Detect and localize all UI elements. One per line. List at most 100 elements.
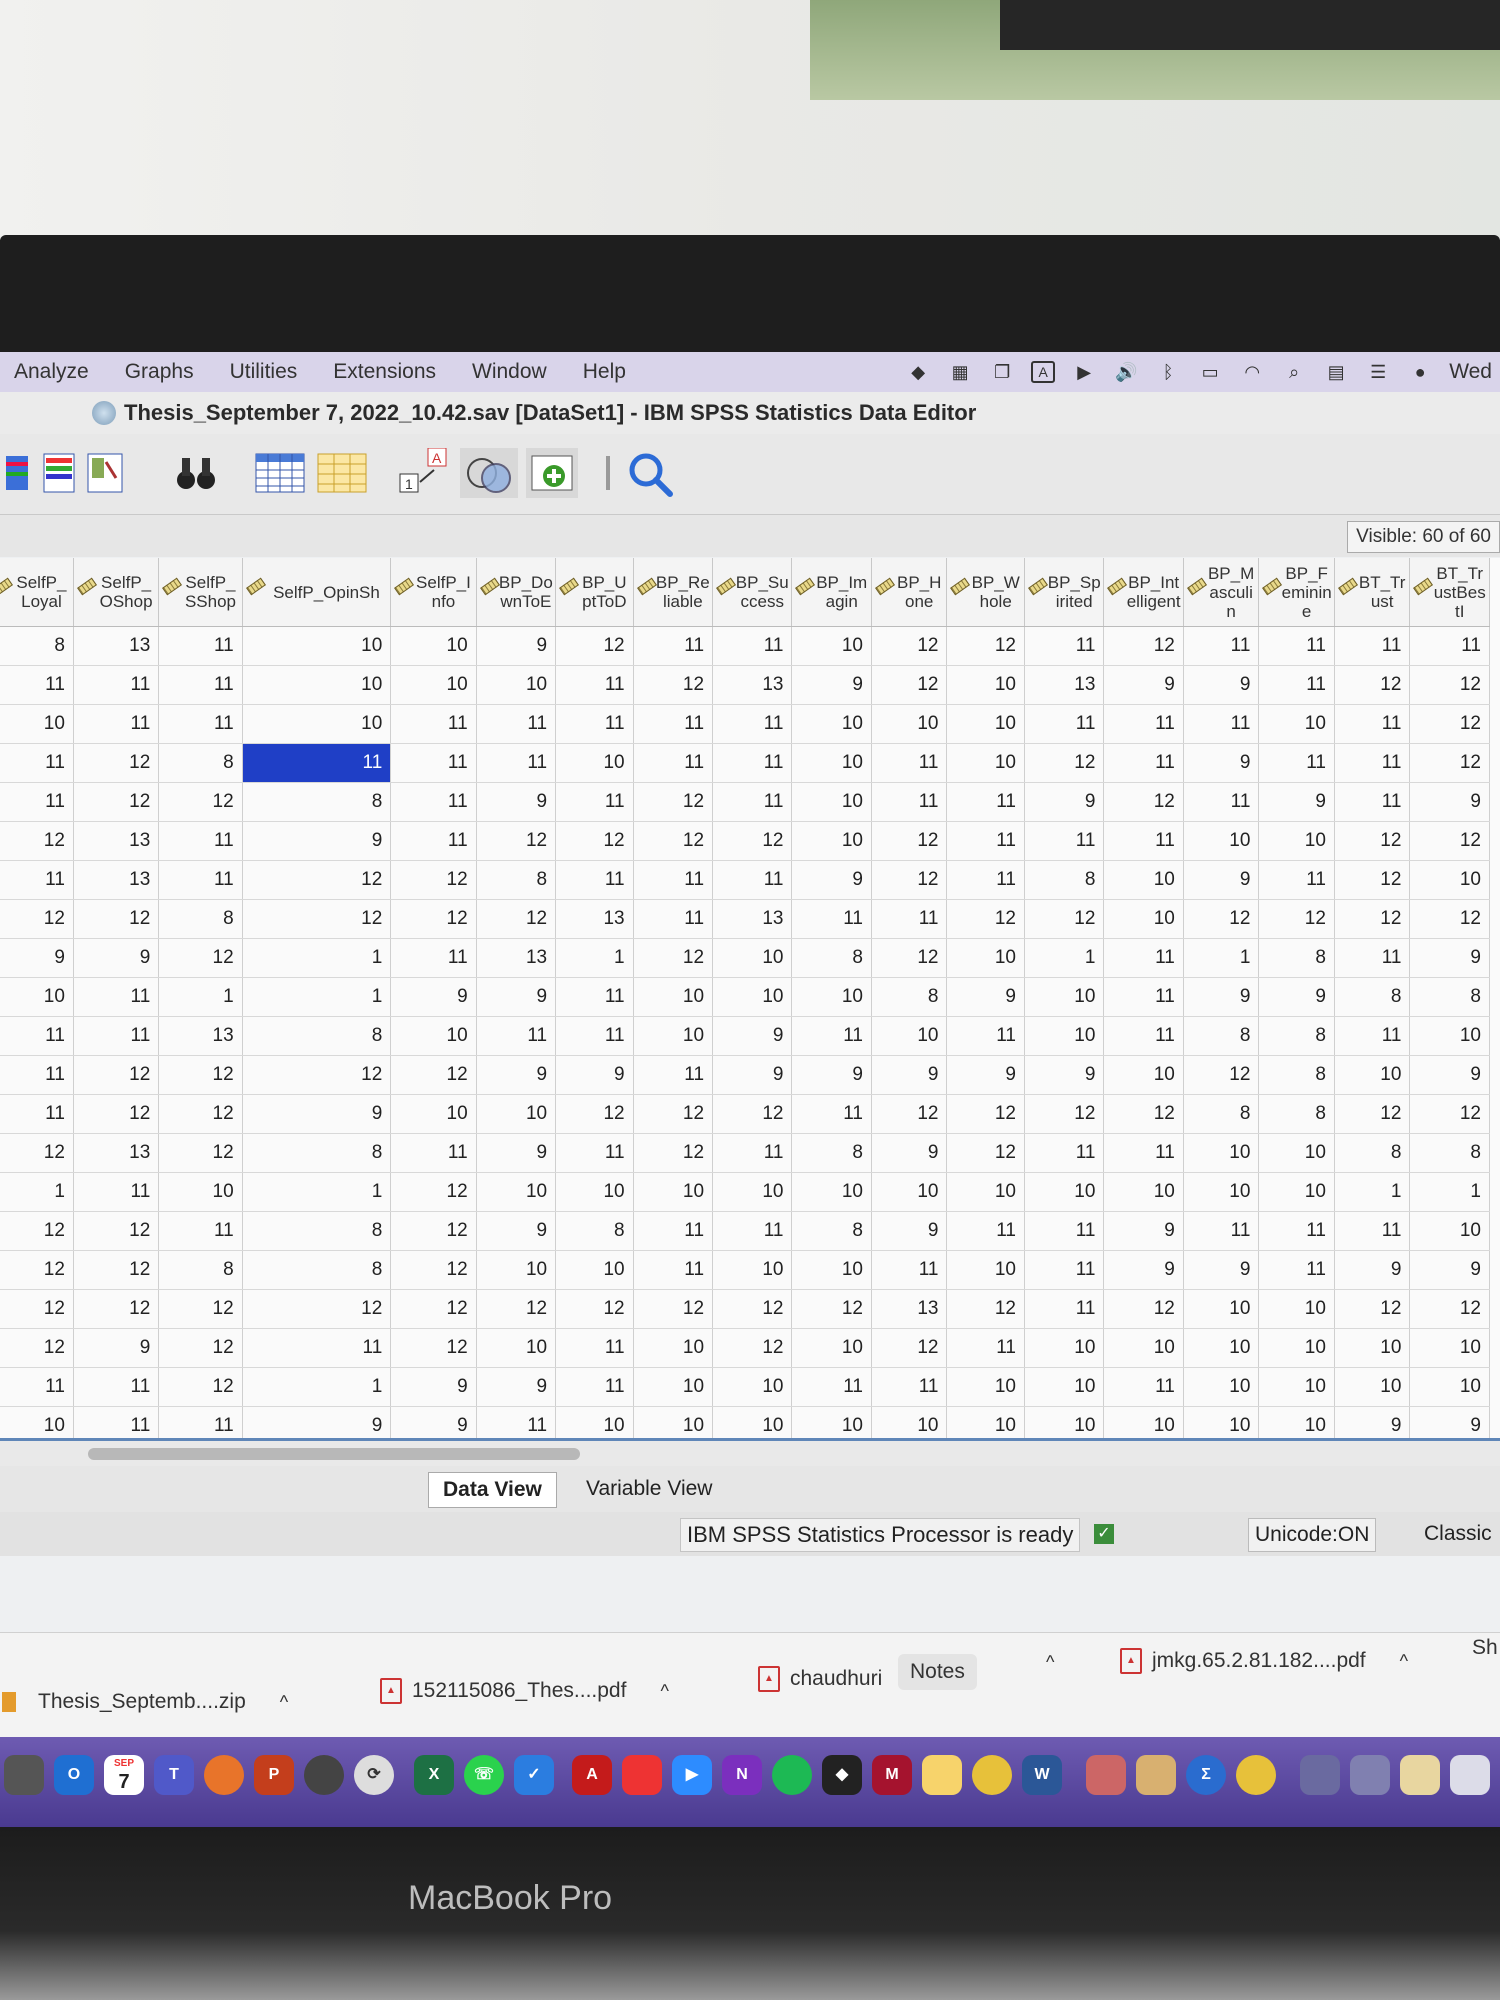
data-cell[interactable]: 11 bbox=[73, 704, 160, 744]
app-shield-icon[interactable]: ◆ bbox=[905, 361, 931, 383]
data-cell[interactable]: 12 bbox=[0, 899, 74, 939]
data-cell[interactable]: 10 bbox=[946, 743, 1025, 783]
menu-analyze[interactable]: Analyze bbox=[0, 360, 111, 384]
data-cell[interactable]: 11 bbox=[555, 860, 634, 900]
insert-variable-icon[interactable] bbox=[316, 448, 368, 498]
data-cell[interactable]: 10 bbox=[633, 977, 714, 1017]
data-cell[interactable]: 9 bbox=[791, 1055, 872, 1095]
data-cell[interactable]: 11 bbox=[633, 626, 714, 666]
data-cell[interactable]: 10 bbox=[1258, 1367, 1335, 1407]
data-cell[interactable]: 10 bbox=[0, 977, 74, 1017]
vpn-icon[interactable]: ◆ bbox=[822, 1755, 862, 1795]
data-cell[interactable]: 11 bbox=[633, 1250, 714, 1290]
data-cell[interactable]: 11 bbox=[390, 704, 477, 744]
menu-graphs[interactable]: Graphs bbox=[111, 360, 216, 384]
data-cell[interactable]: 8 bbox=[1183, 1016, 1260, 1056]
data-cell[interactable]: 9 bbox=[1183, 1250, 1260, 1290]
data-cell[interactable]: 8 bbox=[476, 860, 557, 900]
data-cell[interactable]: 11 bbox=[1334, 626, 1411, 666]
data-cell[interactable]: 10 bbox=[1103, 1172, 1184, 1212]
data-cell[interactable]: 10 bbox=[1183, 1406, 1260, 1438]
data-cell[interactable]: 12 bbox=[0, 1211, 74, 1251]
data-cell[interactable]: 12 bbox=[390, 860, 477, 900]
data-cell[interactable]: 10 bbox=[390, 1094, 477, 1134]
data-cell[interactable]: 9 bbox=[871, 1055, 948, 1095]
data-cell[interactable]: 9 bbox=[1409, 1055, 1490, 1095]
data-cell[interactable]: 11 bbox=[158, 1211, 243, 1251]
data-cell[interactable]: 9 bbox=[1334, 1250, 1411, 1290]
data-cell[interactable]: 11 bbox=[712, 1211, 793, 1251]
data-cell[interactable]: 10 bbox=[791, 743, 872, 783]
data-cell[interactable]: 11 bbox=[476, 743, 557, 783]
data-cell[interactable]: 12 bbox=[712, 1094, 793, 1134]
data-cell[interactable]: 11 bbox=[1103, 1016, 1184, 1056]
data-cell[interactable]: 10 bbox=[1409, 1328, 1490, 1368]
column-header[interactable]: SelfP_OShop bbox=[73, 558, 160, 627]
data-cell[interactable]: 12 bbox=[158, 1289, 243, 1329]
data-cell[interactable]: 9 bbox=[242, 821, 392, 861]
data-cell[interactable]: 11 bbox=[73, 1367, 160, 1407]
data-cell[interactable]: 11 bbox=[633, 1055, 714, 1095]
data-cell[interactable]: 9 bbox=[946, 1055, 1025, 1095]
data-cell[interactable]: 10 bbox=[1409, 1367, 1490, 1407]
data-cell[interactable]: 12 bbox=[242, 1055, 392, 1095]
data-cell[interactable]: 11 bbox=[1334, 938, 1411, 978]
data-cell[interactable]: 9 bbox=[1103, 1211, 1184, 1251]
data-cell[interactable]: 11 bbox=[1103, 977, 1184, 1017]
data-cell[interactable]: 11 bbox=[555, 1328, 634, 1368]
data-cell[interactable]: 11 bbox=[476, 1406, 557, 1438]
data-cell[interactable]: 11 bbox=[555, 1133, 634, 1173]
data-cell[interactable]: 12 bbox=[158, 938, 243, 978]
data-cell[interactable]: 10 bbox=[1183, 1133, 1260, 1173]
data-cell[interactable]: 10 bbox=[476, 1094, 557, 1134]
volume-icon[interactable]: 🔊 bbox=[1113, 361, 1139, 383]
data-cell[interactable]: 9 bbox=[1258, 977, 1335, 1017]
data-cell[interactable]: 10 bbox=[1024, 1328, 1105, 1368]
data-cell[interactable]: 11 bbox=[73, 1172, 160, 1212]
window-thumbnail-icon[interactable] bbox=[1400, 1755, 1440, 1795]
data-cell[interactable]: 11 bbox=[633, 860, 714, 900]
data-cell[interactable]: 10 bbox=[1258, 1133, 1335, 1173]
data-cell[interactable]: 13 bbox=[158, 1016, 243, 1056]
chrome-icon[interactable] bbox=[972, 1755, 1012, 1795]
outlook-icon[interactable]: O bbox=[54, 1755, 94, 1795]
data-cell[interactable]: 10 bbox=[0, 704, 74, 744]
data-cell[interactable]: 9 bbox=[555, 1055, 634, 1095]
data-cell[interactable]: 10 bbox=[1409, 1016, 1490, 1056]
menu-window[interactable]: Window bbox=[458, 360, 569, 384]
excel-icon[interactable]: X bbox=[414, 1755, 454, 1795]
sync-icon[interactable]: ⟳ bbox=[354, 1755, 394, 1795]
data-cell[interactable]: 11 bbox=[1024, 1133, 1105, 1173]
data-cell[interactable]: 11 bbox=[946, 860, 1025, 900]
data-cell[interactable]: 12 bbox=[555, 626, 634, 666]
data-cell[interactable]: 11 bbox=[0, 1094, 74, 1134]
data-cell[interactable]: 11 bbox=[1024, 704, 1105, 744]
data-cell[interactable]: 11 bbox=[712, 1133, 793, 1173]
calendar-icon[interactable]: SEP 7 bbox=[104, 1755, 144, 1795]
data-cell[interactable]: 12 bbox=[1409, 1094, 1490, 1134]
data-cell[interactable]: 11 bbox=[390, 743, 477, 783]
data-cell[interactable]: 10 bbox=[1103, 860, 1184, 900]
data-cell[interactable]: 11 bbox=[73, 1406, 160, 1438]
data-cell[interactable]: 8 bbox=[242, 1016, 392, 1056]
column-header[interactable]: BP_Imagin bbox=[791, 558, 872, 627]
data-cell[interactable]: 9 bbox=[1103, 1250, 1184, 1290]
data-cell[interactable]: 11 bbox=[1334, 1211, 1411, 1251]
data-cell[interactable]: 12 bbox=[73, 1094, 160, 1134]
show-all-link[interactable]: Sh bbox=[1472, 1636, 1498, 1660]
data-cell[interactable]: 10 bbox=[871, 1016, 948, 1056]
data-cell[interactable]: 11 bbox=[946, 821, 1025, 861]
data-cell[interactable]: 10 bbox=[242, 704, 392, 744]
data-cell[interactable]: 9 bbox=[1024, 1055, 1105, 1095]
data-cell[interactable]: 12 bbox=[1103, 626, 1184, 666]
data-cell[interactable]: 13 bbox=[73, 821, 160, 861]
data-cell[interactable]: 9 bbox=[0, 938, 74, 978]
search-icon[interactable] bbox=[624, 448, 680, 498]
data-cell[interactable]: 11 bbox=[791, 1094, 872, 1134]
data-cell[interactable]: 12 bbox=[946, 626, 1025, 666]
zoom-icon[interactable]: ▶ bbox=[672, 1755, 712, 1795]
keyboard-icon[interactable]: ▤ bbox=[1323, 361, 1349, 383]
data-cell[interactable]: 11 bbox=[1024, 1250, 1105, 1290]
sigma-icon[interactable]: Σ bbox=[1186, 1755, 1226, 1795]
data-cell[interactable]: 8 bbox=[242, 1250, 392, 1290]
